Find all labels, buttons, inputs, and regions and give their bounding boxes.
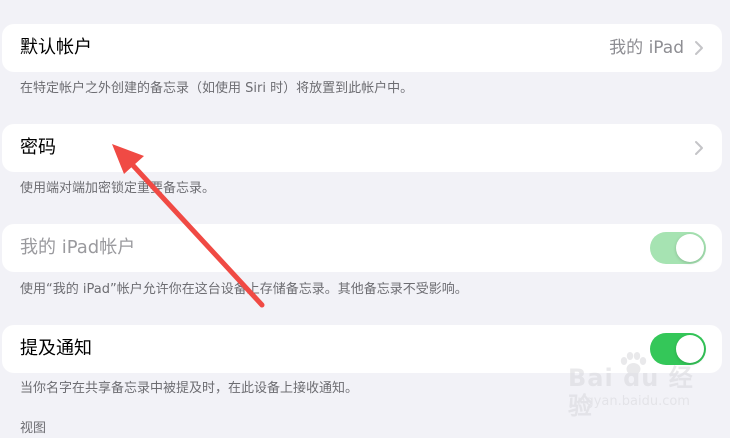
toggle-knob — [676, 234, 704, 262]
default-account-footer: 在特定帐户之外创建的备忘录（如使用 Siri 时）将放置到此帐户中。 — [20, 81, 414, 96]
password-row[interactable]: 密码 — [2, 124, 722, 172]
watermark-brand: Bai du 经验 — [568, 364, 694, 420]
default-account-value: 我的 iPad — [609, 38, 684, 58]
ipad-account-toggle[interactable] — [650, 232, 706, 264]
password-footer: 使用端对端加密锁定重要备忘录。 — [20, 181, 216, 196]
view-section-header: 视图 — [20, 421, 47, 436]
watermark-site: jingyan.baidu.com — [570, 394, 690, 409]
mention-notifications-label: 提及通知 — [20, 338, 92, 359]
default-account-label: 默认帐户 — [20, 37, 92, 58]
chevron-right-icon — [695, 141, 703, 155]
baidu-jingyan-watermark: Bai du 经验 jingyan.baidu.com — [568, 350, 718, 420]
chevron-right-icon — [695, 41, 703, 55]
ipad-account-row: 我的 iPad帐户 — [2, 224, 722, 272]
ipad-account-footer: 使用“我的 iPad”帐户允许你在这台设备上存储备忘录。其他备忘录不受影响。 — [20, 282, 468, 297]
ipad-account-label: 我的 iPad帐户 — [20, 237, 136, 258]
mention-notifications-footer: 当你名字在共享备忘录中被提及时，在此设备上接收通知。 — [20, 381, 359, 396]
default-account-row[interactable]: 默认帐户 我的 iPad — [2, 24, 722, 72]
password-label: 密码 — [20, 137, 56, 158]
